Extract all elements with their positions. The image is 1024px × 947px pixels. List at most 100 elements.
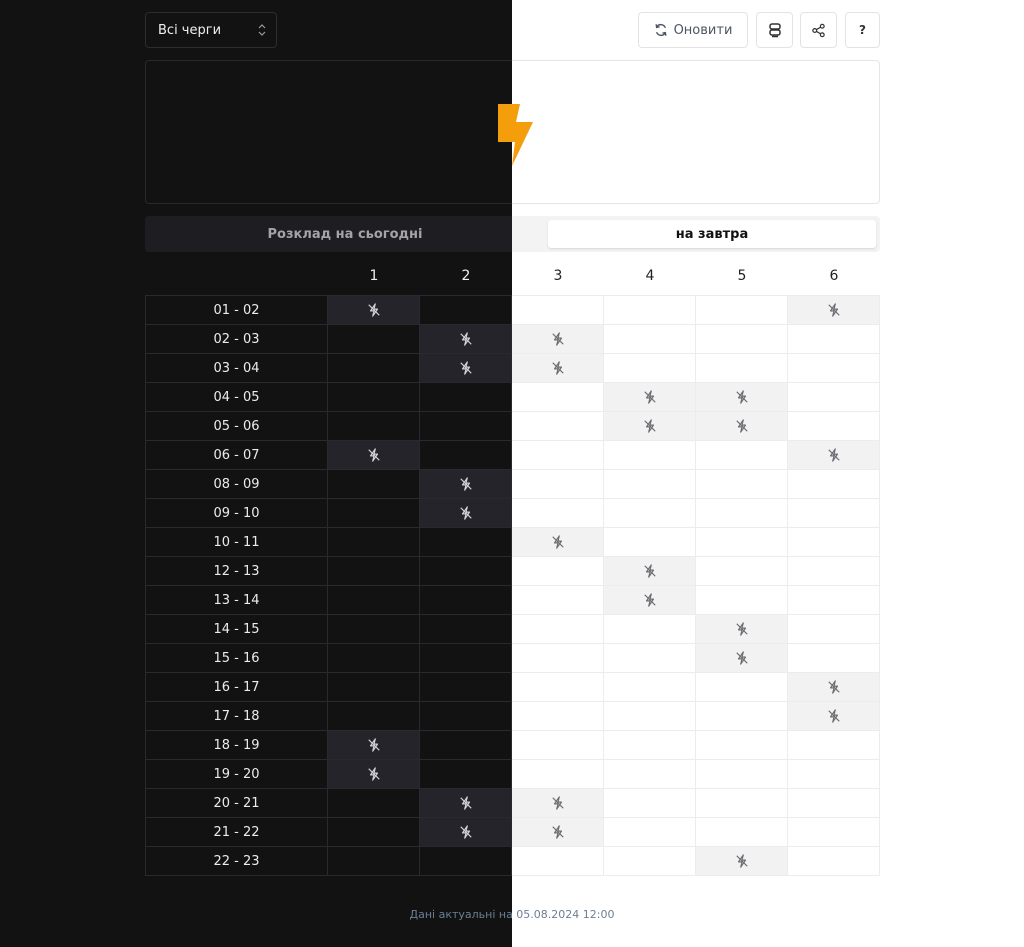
- refresh-button[interactable]: Оновити: [638, 12, 748, 48]
- power-on-cell: [604, 615, 696, 644]
- time-slot-label: 14 - 15: [145, 615, 328, 644]
- outage-cell: [788, 296, 880, 325]
- power-on-cell: [696, 441, 788, 470]
- power-on-cell: [512, 499, 604, 528]
- power-on-cell: [328, 702, 420, 731]
- power-off-icon: [459, 825, 472, 839]
- outage-cell: [696, 644, 788, 673]
- power-on-cell: [696, 731, 788, 760]
- power-off-icon: [735, 419, 748, 433]
- power-on-cell: [696, 586, 788, 615]
- power-off-icon: [551, 535, 564, 549]
- queue-header-3: 3: [553, 268, 563, 284]
- grid-top-border: [145, 295, 512, 296]
- queue-select[interactable]: Всі черги: [145, 12, 277, 48]
- outage-cell: [604, 586, 696, 615]
- grid-top-border: [512, 295, 880, 296]
- time-slot-label: 19 - 20: [145, 760, 328, 789]
- power-on-cell: [604, 702, 696, 731]
- outage-cell: [512, 818, 604, 847]
- outage-cell: [512, 325, 604, 354]
- power-on-cell: [512, 586, 604, 615]
- banner-box-dark: [145, 60, 512, 204]
- time-slot-label: 04 - 05: [145, 383, 328, 412]
- power-off-icon: [643, 564, 656, 578]
- power-on-cell: [512, 731, 604, 760]
- power-on-cell: [696, 296, 788, 325]
- power-on-cell: [420, 296, 512, 325]
- lightning-logo-icon: [498, 104, 533, 166]
- power-on-cell: [328, 354, 420, 383]
- outage-cell: [788, 441, 880, 470]
- power-on-cell: [328, 615, 420, 644]
- power-on-cell: [604, 354, 696, 383]
- outage-cell: [328, 731, 420, 760]
- queue-header-5: 5: [737, 268, 747, 284]
- refresh-icon: [655, 23, 667, 37]
- queue-header-6: 6: [829, 268, 839, 284]
- queue-header-4: 4: [645, 268, 655, 284]
- share-icon: [812, 23, 825, 37]
- power-on-cell: [420, 615, 512, 644]
- power-on-cell: [696, 325, 788, 354]
- power-on-cell: [788, 528, 880, 557]
- power-off-icon: [735, 390, 748, 404]
- power-on-cell: [512, 702, 604, 731]
- time-slot-label: 13 - 14: [145, 586, 328, 615]
- power-on-cell: [696, 557, 788, 586]
- power-on-cell: [788, 557, 880, 586]
- help-button[interactable]: ?: [845, 12, 880, 48]
- time-slot-label: 06 - 07: [145, 441, 328, 470]
- outage-cell: [788, 702, 880, 731]
- power-off-icon: [735, 854, 748, 868]
- power-off-icon: [551, 332, 564, 346]
- queue-lookup-button[interactable]: [756, 12, 793, 48]
- power-on-cell: [420, 412, 512, 441]
- power-on-cell: [328, 818, 420, 847]
- power-on-cell: [604, 673, 696, 702]
- queue-header-2: 2: [461, 268, 471, 284]
- power-on-cell: [512, 412, 604, 441]
- tab-today[interactable]: Розклад на сьогодні: [145, 216, 545, 252]
- power-on-cell: [788, 789, 880, 818]
- power-on-cell: [696, 528, 788, 557]
- outage-cell: [604, 412, 696, 441]
- power-on-cell: [604, 470, 696, 499]
- tab-tomorrow-label: на завтра: [675, 226, 749, 242]
- grid-right-border: [879, 295, 880, 875]
- outage-cell: [696, 383, 788, 412]
- power-off-icon: [827, 303, 840, 317]
- power-on-cell: [604, 731, 696, 760]
- power-on-cell: [788, 412, 880, 441]
- time-slot-label: 01 - 02: [145, 296, 328, 325]
- power-off-icon: [367, 448, 380, 462]
- tab-tomorrow[interactable]: на завтра: [548, 220, 876, 248]
- power-on-cell: [328, 789, 420, 818]
- outage-cell: [788, 673, 880, 702]
- power-on-cell: [788, 470, 880, 499]
- power-on-cell: [604, 789, 696, 818]
- power-on-cell: [788, 760, 880, 789]
- power-off-icon: [643, 419, 656, 433]
- power-on-cell: [328, 383, 420, 412]
- power-off-icon: [459, 796, 472, 810]
- power-on-cell: [512, 760, 604, 789]
- power-on-cell: [328, 847, 420, 876]
- power-on-cell: [512, 673, 604, 702]
- time-slot-label: 10 - 11: [145, 528, 328, 557]
- time-slot-label: 22 - 23: [145, 847, 328, 876]
- power-on-cell: [420, 644, 512, 673]
- power-off-icon: [735, 622, 748, 636]
- power-on-cell: [328, 325, 420, 354]
- time-slot-label: 16 - 17: [145, 673, 328, 702]
- power-off-icon: [367, 767, 380, 781]
- power-off-icon: [551, 825, 564, 839]
- power-on-cell: [328, 499, 420, 528]
- power-off-icon: [551, 796, 564, 810]
- power-on-cell: [696, 354, 788, 383]
- power-on-cell: [788, 644, 880, 673]
- power-on-cell: [604, 441, 696, 470]
- outage-cell: [420, 789, 512, 818]
- share-button[interactable]: [800, 12, 837, 48]
- outage-cell: [512, 354, 604, 383]
